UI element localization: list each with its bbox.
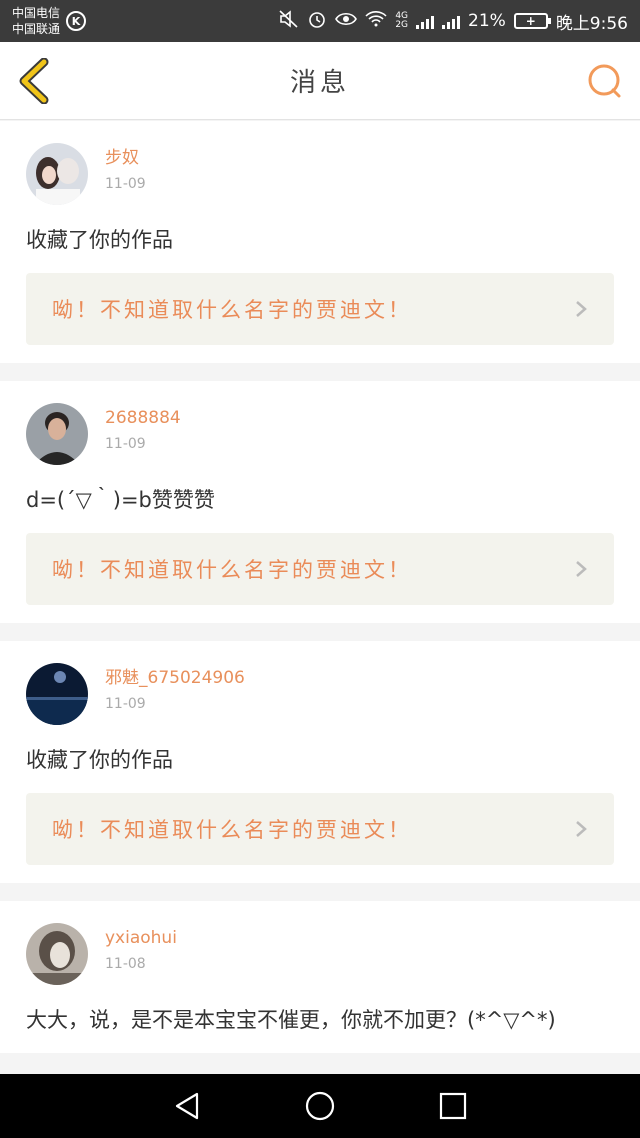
nav-home-icon [305,1091,335,1121]
work-title: 呦！不知道取什么名字的贾迪文！ [52,558,412,582]
search-button[interactable] [586,62,624,100]
header: 消息 [0,42,640,120]
message-date: 11-08 [105,956,146,972]
work-link[interactable]: 呦！不知道取什么名字的贾迪文！ [26,273,614,345]
message-date: 11-09 [105,696,146,712]
status-bar: 中国电信 中国联通 K 4G 2G 21% + 晚上9:56 [0,0,640,42]
work-title: 呦！不知道取什么名字的贾迪文！ [52,298,412,322]
message-text: 收藏了你的作品 [26,748,173,772]
nav-back-icon [175,1092,198,1120]
message-card[interactable]: yxiaohui 11-08 大大，说，是不是本宝宝不催更，你就不加更？(*^▽… [0,901,640,1053]
carrier-2: 中国联通 [12,22,61,36]
message-date: 11-09 [105,436,146,452]
system-nav-bar [0,1074,640,1138]
message-text: 大大，说，是不是本宝宝不催更，你就不加更？(*^▽^*) [26,1008,556,1032]
back-button[interactable] [14,57,54,105]
nav-back-button[interactable] [167,1086,207,1126]
avatar[interactable] [26,663,88,725]
search-icon [588,64,621,98]
message-date: 11-09 [105,176,146,192]
wifi-icon [365,11,387,31]
nav-recents-button[interactable] [433,1086,473,1126]
eye-icon [335,11,358,31]
k-badge-icon: K [66,11,87,31]
battery-icon: + [513,13,551,29]
carrier-info: 中国电信 中国联通 [12,5,60,37]
username[interactable]: 2688884 [105,407,181,429]
network-types: 4G 2G [395,12,408,30]
page-title: 消息 [289,68,350,98]
carrier-1: 中国电信 [12,6,61,20]
message-text: d=(´▽｀)=b赞赞赞 [26,488,215,512]
username[interactable]: 步奴 [105,147,146,169]
message-text: 收藏了你的作品 [26,228,173,252]
signal-1-icon [416,13,435,29]
chevron-right-icon [576,301,587,317]
battery-percent: 21% [468,11,506,31]
nav-recents-icon [440,1092,467,1120]
work-link[interactable]: 呦！不知道取什么名字的贾迪文！ [26,793,614,865]
avatar[interactable] [26,403,88,465]
signal-2-icon [442,13,461,29]
message-list: 步奴 11-09 收藏了你的作品 呦！不知道取什么名字的贾迪文！ 2688884… [0,121,640,1071]
work-title: 呦！不知道取什么名字的贾迪文！ [52,818,412,842]
avatar[interactable] [26,143,88,205]
username[interactable]: yxiaohui [105,927,177,949]
network-type-2: 2G [395,20,409,30]
mute-icon [279,10,299,32]
chevron-right-icon [576,821,587,837]
nav-home-button[interactable] [300,1086,340,1126]
chevron-right-icon [576,561,587,577]
clock: 晚上9:56 [555,13,628,34]
message-card[interactable]: 2688884 11-09 d=(´▽｀)=b赞赞赞 呦！不知道取什么名字的贾迪… [0,381,640,623]
message-card[interactable]: 邪魅_675024906 11-09 收藏了你的作品 呦！不知道取什么名字的贾迪… [0,641,640,883]
username[interactable]: 邪魅_675024906 [105,667,245,689]
alarm-icon [307,9,327,33]
avatar[interactable] [26,923,88,985]
message-card[interactable]: 步奴 11-09 收藏了你的作品 呦！不知道取什么名字的贾迪文！ [0,121,640,363]
status-icons: 4G 2G 21% + 晚上9:56 [279,9,628,34]
back-icon [19,57,49,105]
work-link[interactable]: 呦！不知道取什么名字的贾迪文！ [26,533,614,605]
